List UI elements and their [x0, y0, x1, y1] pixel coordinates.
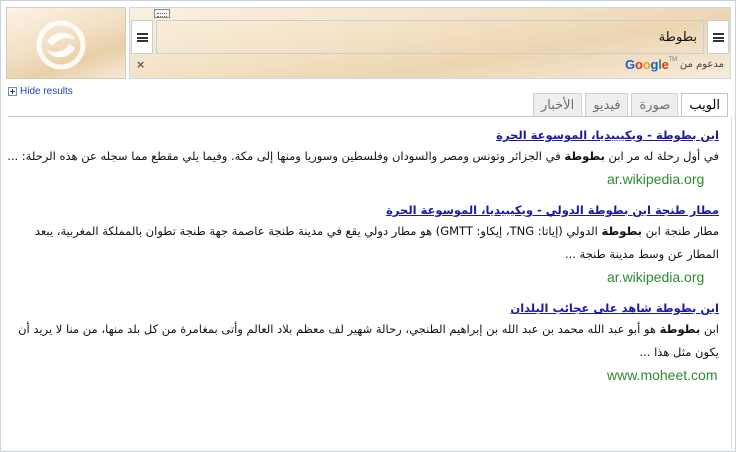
list-item: مطار طنجة ابن بطوطة الدولي - ويكيبيديا، …: [7, 200, 719, 288]
logo-panel: [6, 7, 126, 79]
google-logo-tm: TM: [668, 57, 677, 63]
snippet-highlight: بطوطة: [659, 322, 701, 336]
text-direction-ltr-button[interactable]: [131, 20, 153, 54]
text-direction-rtl-icon: [712, 32, 724, 42]
results-list: ابن بطوطة - ويكيبيديا، الموسوعة الحرة في…: [7, 125, 719, 396]
google-logo[interactable]: GoogleTM: [625, 57, 677, 72]
text-direction-rtl-button[interactable]: [707, 20, 729, 54]
tab-web[interactable]: الويب: [681, 93, 728, 116]
snippet-text: في الجزائر وتونس ومصر والسودان وفلسطين و…: [7, 149, 565, 163]
powered-by-google: GoogleTM مدعوم من: [625, 57, 724, 72]
hide-results-label: Hide results: [20, 86, 73, 97]
result-url[interactable]: ar.wikipedia.org: [7, 266, 719, 288]
snippet-highlight: بطوطة: [564, 149, 605, 163]
snippet-text: مطار طنجة ابن: [642, 224, 719, 238]
result-tabs: الويب صورة فيديو الأخبار: [532, 93, 728, 116]
snippet-text: ابن: [700, 322, 719, 336]
clear-icon[interactable]: ×: [136, 58, 145, 71]
tab-images[interactable]: صورة: [631, 93, 679, 116]
text-direction-ltr-icon: [136, 32, 148, 42]
expand-plus-icon: [8, 87, 17, 96]
tabs-divider: [8, 116, 728, 117]
result-title-link[interactable]: ابن بطوطة شاهد على عجائب البلدان: [7, 298, 719, 318]
search-panel: × GoogleTM مدعوم من: [129, 7, 731, 79]
snippet-text: هو أبو عبد الله محمد بن عبد الله بن إبرا…: [18, 322, 719, 359]
result-snippet: في أول رحلة له مر ابن بطوطة في الجزائر و…: [7, 145, 719, 168]
resize-grip-icon[interactable]: [154, 9, 170, 18]
result-url[interactable]: ar.wikipedia.org: [7, 168, 719, 190]
list-item: ابن بطوطة شاهد على عجائب البلدان ابن بطو…: [7, 298, 719, 386]
result-title-link[interactable]: ابن بطوطة - ويكيبيديا، الموسوعة الحرة: [7, 125, 719, 145]
powered-by-label: مدعوم من: [679, 59, 724, 70]
result-url[interactable]: www.moheet.com: [7, 364, 719, 386]
scrollbar[interactable]: [731, 117, 734, 449]
google-logo-letter: e: [661, 57, 669, 72]
google-logo-text: Google: [625, 57, 669, 72]
hide-results-toggle[interactable]: Hide results: [8, 86, 73, 97]
search-widget: × GoogleTM مدعوم من Hide results الويب ص…: [0, 0, 736, 452]
result-snippet: مطار طنجة ابن بطوطة الدولي (إياتا: TNG، …: [7, 220, 719, 266]
list-item: ابن بطوطة - ويكيبيديا، الموسوعة الحرة في…: [7, 125, 719, 190]
logo-mark-icon: [36, 20, 86, 70]
tab-video[interactable]: فيديو: [585, 93, 629, 116]
result-snippet: ابن بطوطة هو أبو عبد الله محمد بن عبد ال…: [7, 318, 719, 364]
snippet-highlight: بطوطة: [601, 224, 643, 238]
search-input[interactable]: [156, 20, 704, 54]
tab-news[interactable]: الأخبار: [532, 93, 583, 116]
snippet-text: في أول رحلة له مر ابن: [604, 149, 719, 163]
google-logo-letter: o: [634, 57, 643, 72]
result-title-link[interactable]: مطار طنجة ابن بطوطة الدولي - ويكيبيديا، …: [7, 200, 719, 220]
google-logo-letter: G: [625, 57, 635, 72]
